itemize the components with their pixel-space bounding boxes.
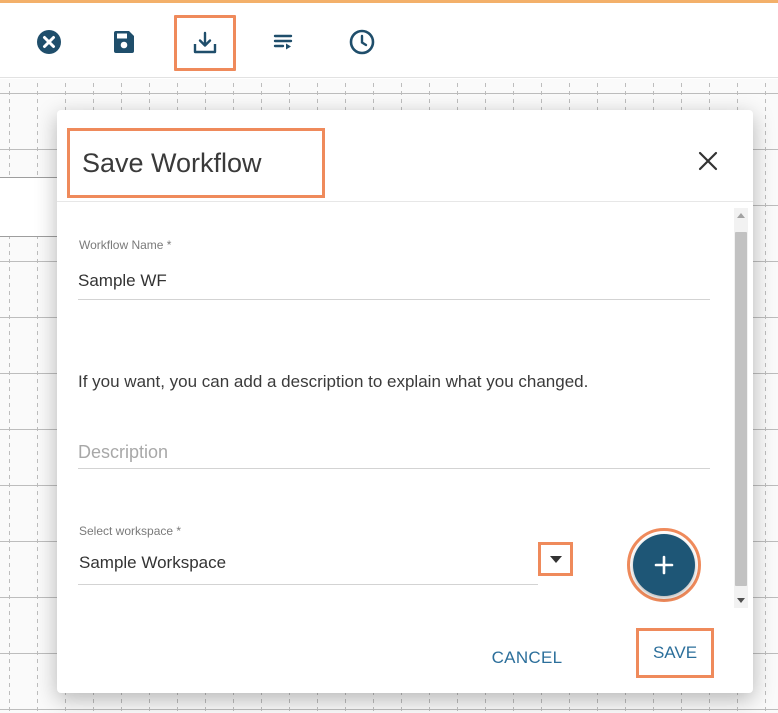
close-icon	[698, 151, 718, 171]
workspace-dropdown-button[interactable]	[538, 542, 573, 576]
description-underline	[78, 468, 710, 469]
list-arrow-icon	[273, 34, 293, 50]
scroll-down-button[interactable]	[734, 592, 748, 608]
workflow-name-underline	[78, 299, 710, 300]
dialog-divider	[57, 201, 753, 202]
dialog-title-box: Save Workflow	[67, 128, 325, 198]
history-button[interactable]	[341, 21, 383, 63]
close-circle-icon	[37, 30, 61, 54]
close-workflow-button[interactable]	[28, 21, 70, 63]
add-workspace-highlight[interactable]	[627, 528, 701, 602]
cancel-button[interactable]: CANCEL	[481, 643, 573, 673]
save-button[interactable]	[103, 21, 145, 63]
download-button[interactable]	[174, 15, 236, 71]
list-button[interactable]	[263, 21, 305, 63]
scroll-up-button[interactable]	[734, 208, 748, 222]
description-helper-text: If you want, you can add a description t…	[78, 372, 589, 391]
workspace-underline	[78, 584, 538, 585]
workflow-name-input[interactable]	[78, 268, 710, 294]
caret-up-icon	[737, 212, 745, 218]
caret-down-icon	[737, 597, 745, 603]
workspace-label: Select workspace *	[79, 524, 182, 538]
close-dialog-button[interactable]	[694, 147, 722, 175]
dialog-scrollbar[interactable]	[734, 208, 748, 608]
save-floppy-icon	[114, 31, 134, 53]
clock-history-icon	[349, 29, 375, 55]
toolbar	[0, 3, 778, 78]
save-workflow-button[interactable]: SAVE	[636, 628, 714, 678]
plus-icon	[654, 555, 674, 575]
save-workflow-dialog: Save Workflow Workflow Name * If you wan…	[57, 110, 753, 693]
workflow-name-label: Workflow Name *	[79, 238, 172, 252]
download-tray-icon	[193, 31, 217, 54]
caret-down-icon	[549, 555, 562, 563]
scrollbar-thumb[interactable]	[735, 232, 747, 586]
add-workspace-button[interactable]	[633, 534, 695, 596]
dialog-title: Save Workflow	[82, 147, 262, 178]
workspace-select[interactable]: Sample Workspace	[79, 553, 226, 573]
description-input[interactable]	[78, 438, 710, 466]
